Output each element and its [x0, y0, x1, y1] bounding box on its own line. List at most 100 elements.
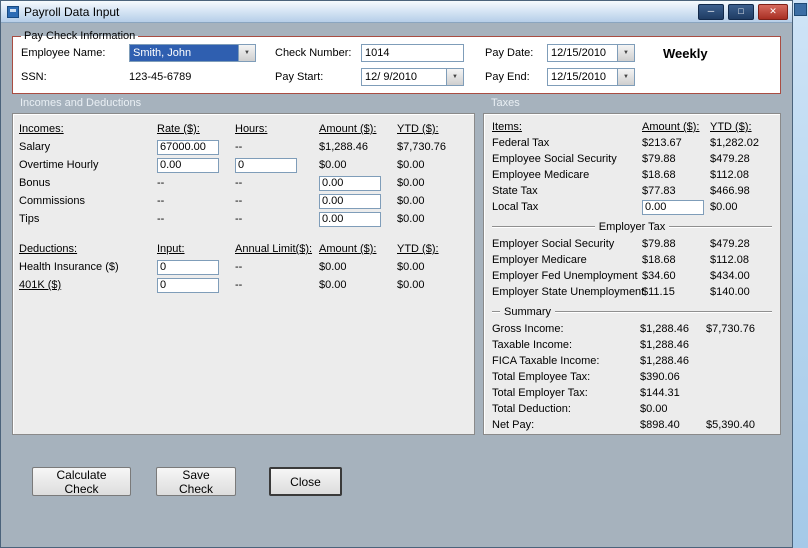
cell-text: $140.00: [710, 286, 750, 298]
pay-end-select[interactable]: 12/15/2010 ▼: [547, 68, 635, 86]
cell-text: $112.08: [710, 169, 749, 181]
cell-text: Employee Social Security: [492, 153, 617, 165]
column-header: Amount ($):: [319, 243, 377, 255]
table-row: State Tax $77.83 $466.98: [492, 183, 772, 199]
cell-text: $18.68: [642, 169, 676, 181]
cell-text: $0.00: [640, 403, 668, 415]
cell-text: $7,730.76: [706, 323, 755, 335]
cell-text: Employer Fed Unemployment: [492, 270, 638, 282]
column-header: Amount ($):: [319, 123, 377, 135]
cell-text: Local Tax: [492, 201, 539, 213]
pay-start-label: Pay Start:: [275, 71, 324, 83]
background-window-fragment: [794, 3, 807, 16]
cell-text: Gross Income:: [492, 323, 564, 335]
table-row: FICA Taxable Income: $1,288.46: [492, 353, 772, 369]
cell-text: $0.00: [319, 261, 347, 273]
desktop-background: Payroll Data Input ─ □ ✕ Pay Check Infor…: [0, 0, 808, 548]
overtime-rate-input[interactable]: [157, 157, 219, 173]
cell-text: Total Employee Tax:: [492, 371, 591, 383]
table-row: Deductions: Input: Annual Limit($): Amount …: [19, 240, 474, 258]
cell-text: $7,730.76: [397, 141, 446, 153]
column-header: Incomes:: [19, 123, 64, 135]
cell-text: $34.60: [642, 270, 676, 282]
cell-text: Employer Social Security: [492, 238, 615, 250]
local-tax-input[interactable]: [642, 199, 704, 215]
summary-group-header: Summary: [492, 306, 772, 318]
table-row: Employer State Unemployment $11.15 $140.00: [492, 284, 772, 300]
close-button[interactable]: Close: [269, 467, 342, 496]
cell-text: --: [235, 279, 243, 291]
cell-text: Overtime Hourly: [19, 159, 99, 171]
column-header: Hours:: [235, 123, 268, 135]
employer-tax-group-header: Employer Tax: [492, 221, 772, 233]
cell-text: $79.88: [642, 153, 676, 165]
cell-text: --: [157, 213, 165, 225]
table-row: Net Pay: $898.40 $5,390.40: [492, 417, 772, 433]
overtime-hours-input[interactable]: [235, 157, 297, 173]
tips-amount-input[interactable]: [319, 211, 381, 227]
ssn-value: 123-45-6789: [129, 71, 192, 83]
column-header: Deductions:: [19, 243, 78, 255]
close-window-button[interactable]: ✕: [758, 3, 788, 20]
pay-date-select[interactable]: 12/15/2010 ▼: [547, 44, 635, 62]
employee-name-select[interactable]: Smith, John ▼: [129, 44, 256, 62]
incomes-table: Incomes: Rate ($): Hours: Amount ($): YTD ($…: [19, 120, 474, 228]
table-row: Taxable Income: $1,288.46: [492, 337, 772, 353]
cell-text: --: [235, 213, 243, 225]
employer-taxes-table: Employer Social Security $79.88 $479.28 Emp…: [492, 236, 772, 300]
table-row: Health Insurance ($) -- $0.00 $0.00: [19, 258, 474, 276]
column-header: YTD ($):: [397, 123, 439, 135]
pay-end-value: 12/15/2010: [551, 71, 607, 83]
cell-text: $1,288.46: [640, 323, 689, 335]
ssn-label: SSN:: [21, 71, 47, 83]
cell-text: --: [235, 195, 243, 207]
cell-text: Employer State Unemployment: [492, 286, 645, 298]
dropdown-arrow-icon: ▼: [617, 45, 634, 61]
save-check-button[interactable]: Save Check: [156, 467, 236, 496]
cell-text: $1,282.02: [710, 137, 759, 149]
cell-text: Salary: [19, 141, 51, 153]
client-area: Pay Check Information Employee Name: Smi…: [2, 24, 791, 546]
cell-text: FICA Taxable Income:: [492, 355, 600, 367]
cell-text: $479.28: [710, 238, 750, 250]
pay-end-label: Pay End:: [485, 71, 530, 83]
cell-text: Total Deduction:: [492, 403, 571, 415]
401k-input[interactable]: [157, 277, 219, 293]
titlebar[interactable]: Payroll Data Input ─ □ ✕: [1, 1, 792, 23]
table-row: Federal Tax $213.67 $1,282.02: [492, 135, 772, 151]
action-buttons: Calculate Check Save Check Close: [32, 467, 783, 496]
column-header: Annual Limit($):: [235, 243, 313, 255]
health-insurance-input[interactable]: [157, 259, 219, 275]
cell-text: $466.98: [710, 185, 750, 197]
column-header: Rate ($):: [157, 123, 200, 135]
pay-date-value: 12/15/2010: [551, 47, 607, 59]
cell-text: $1,288.46: [640, 355, 689, 367]
cell-text: $213.67: [642, 137, 682, 149]
cell-text: $112.08: [710, 254, 749, 266]
calculate-check-button[interactable]: Calculate Check: [32, 467, 131, 496]
pay-start-select[interactable]: 12/ 9/2010 ▼: [361, 68, 464, 86]
cell-text: $479.28: [710, 153, 750, 165]
pay-date-label: Pay Date:: [485, 47, 534, 59]
pay-frequency-label: Weekly: [663, 45, 708, 61]
cell-text: Federal Tax: [492, 137, 550, 149]
maximize-button[interactable]: □: [728, 3, 754, 20]
minimize-button[interactable]: ─: [698, 3, 724, 20]
check-number-input[interactable]: [361, 44, 464, 62]
bonus-amount-input[interactable]: [319, 175, 381, 191]
commissions-amount-input[interactable]: [319, 193, 381, 209]
table-row: Local Tax $0.00: [492, 199, 772, 215]
salary-rate-input[interactable]: [157, 139, 219, 155]
401k-link[interactable]: 401K ($): [19, 279, 157, 291]
dropdown-arrow-icon: ▼: [617, 69, 634, 85]
cell-text: $434.00: [710, 270, 750, 282]
taxes-panel: Items: Amount ($): YTD ($): Federal Tax $213…: [483, 113, 781, 435]
column-header: Items:: [492, 121, 522, 133]
table-row: Items: Amount ($): YTD ($):: [492, 119, 772, 135]
paycheck-info-fields: Employee Name: Smith, John ▼ Check Numbe…: [21, 44, 772, 86]
cell-text: --: [235, 177, 243, 189]
incomes-deductions-panel: Incomes: Rate ($): Hours: Amount ($): YTD ($…: [12, 113, 475, 435]
cell-text: $0.00: [397, 261, 425, 273]
cell-text: $0.00: [397, 213, 425, 225]
table-row: Total Employee Tax: $390.06: [492, 369, 772, 385]
